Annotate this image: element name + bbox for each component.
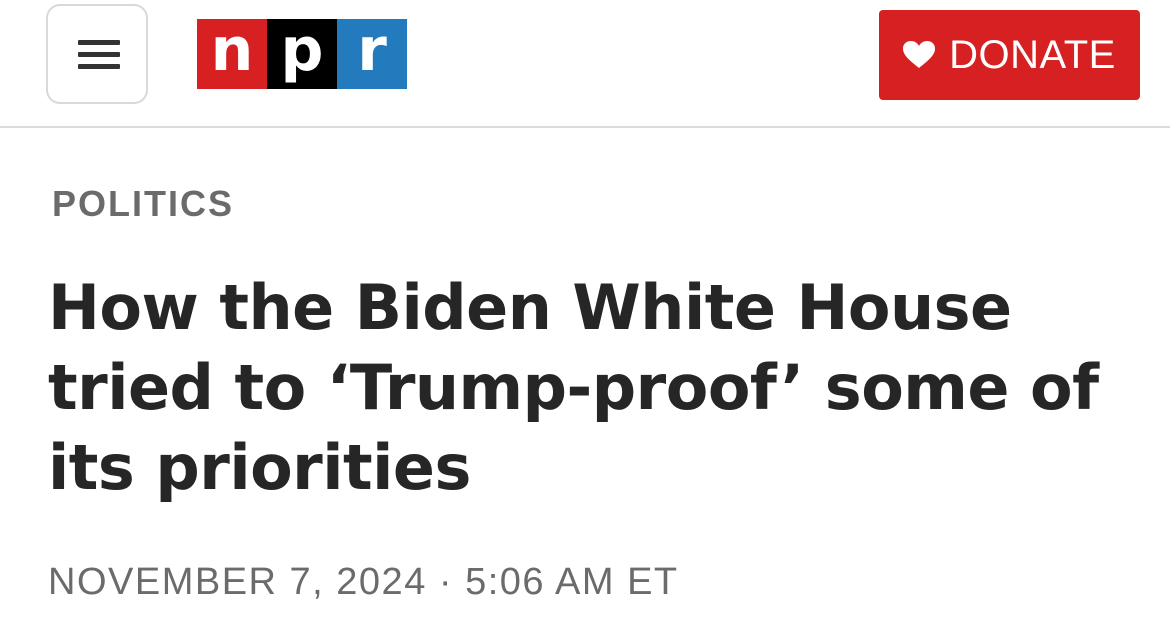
logo-letter-r: r xyxy=(337,19,407,89)
heart-icon xyxy=(903,41,936,68)
hamburger-menu-icon-bar xyxy=(78,52,120,57)
publish-date: NOVEMBER 7, 2024 xyxy=(48,561,427,603)
donate-label: DONATE xyxy=(949,33,1116,77)
menu-button[interactable] xyxy=(46,4,148,104)
logo-letter-p: p xyxy=(267,19,337,89)
hamburger-menu-icon-bar xyxy=(78,64,120,69)
section-label[interactable]: POLITICS xyxy=(52,184,234,224)
dateline-separator: · xyxy=(438,561,454,603)
article-dateline: NOVEMBER 7, 2024 · 5:06 AM ET xyxy=(48,560,679,604)
donate-button[interactable]: DONATE xyxy=(879,10,1140,100)
site-header: n p r DONATE xyxy=(0,0,1170,128)
publish-time: 5:06 AM ET xyxy=(465,561,679,603)
logo-letter-n: n xyxy=(197,19,267,89)
article-headline: How the Biden White House tried to ‘Trum… xyxy=(48,271,1099,504)
npr-logo[interactable]: n p r xyxy=(197,19,407,89)
hamburger-menu-icon xyxy=(78,40,120,45)
